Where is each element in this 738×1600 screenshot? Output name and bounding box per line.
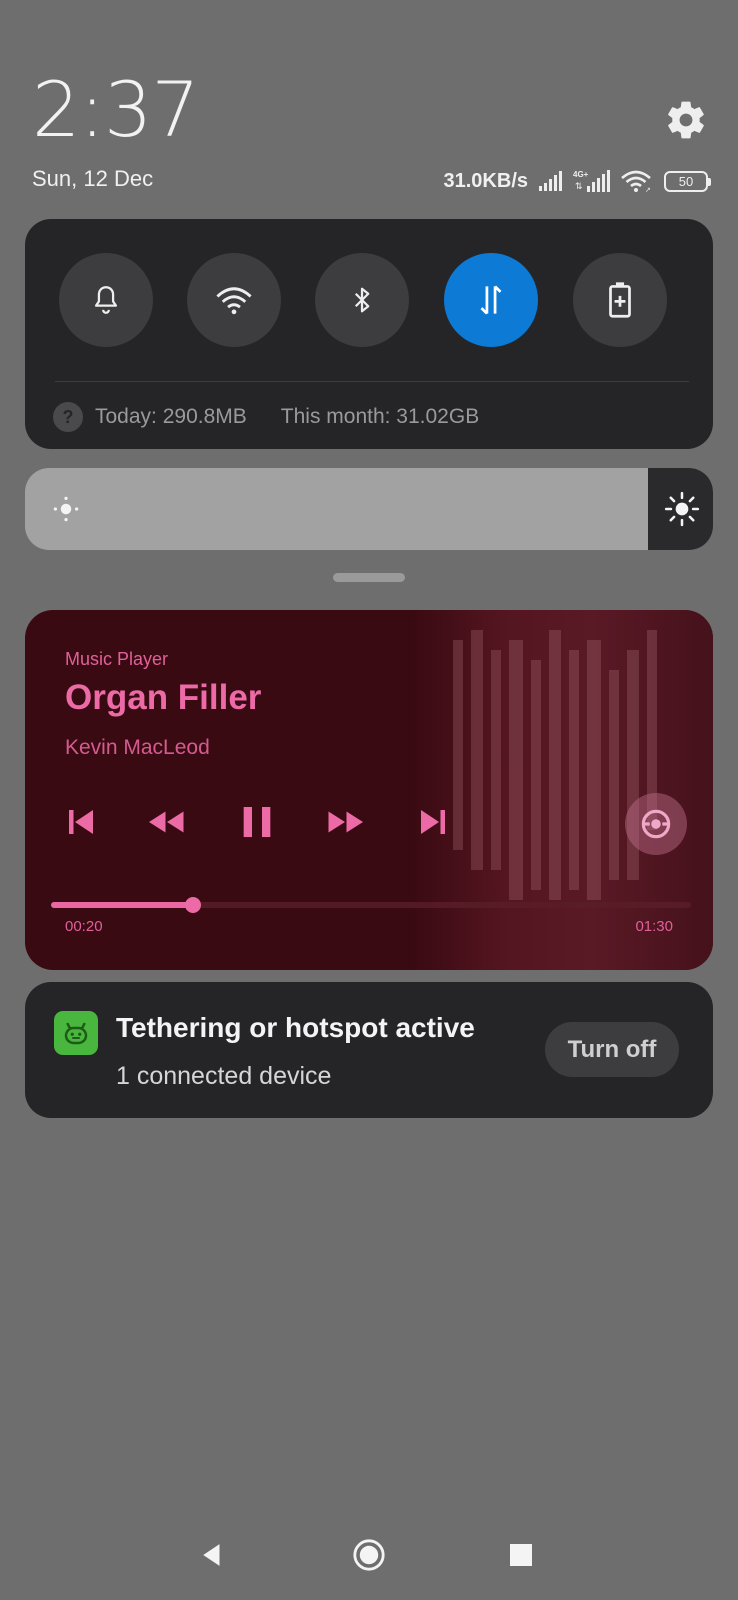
tethering-notification[interactable]: Tethering or hotspot active 1 connected … bbox=[25, 982, 713, 1118]
battery-plus-icon bbox=[609, 282, 631, 318]
bluetooth-icon bbox=[354, 287, 370, 313]
usage-month: This month: 31.02GB bbox=[280, 405, 480, 428]
toggle-wifi[interactable] bbox=[187, 253, 281, 347]
media-player-card[interactable]: Music Player Organ Filler Kevin MacLeod bbox=[25, 610, 713, 970]
notification-title: Tethering or hotspot active bbox=[116, 1012, 475, 1043]
progress-bar[interactable] bbox=[51, 897, 691, 913]
brightness-slider-remainder bbox=[647, 468, 713, 550]
date-label[interactable]: Sun, 12 Dec bbox=[32, 166, 153, 192]
panel-drag-handle[interactable] bbox=[333, 573, 405, 582]
fast-forward-icon bbox=[328, 811, 363, 833]
quick-settings-panel: ? Today: 290.8MB This month: 31.02GB bbox=[25, 219, 713, 449]
rewind-button[interactable] bbox=[143, 798, 191, 846]
media-output-button[interactable] bbox=[625, 793, 687, 855]
back-button[interactable] bbox=[188, 1530, 238, 1580]
fast-forward-button[interactable] bbox=[321, 798, 369, 846]
skip-next-button[interactable] bbox=[409, 798, 457, 846]
toggle-battery-saver[interactable] bbox=[573, 253, 667, 347]
status-bar-icons: 31.0KB/s 4G+ ⇅ ↗ 50 bbox=[443, 166, 711, 196]
turn-off-button[interactable]: Turn off bbox=[545, 1022, 679, 1077]
skip-previous-icon bbox=[69, 810, 93, 834]
skip-next-icon bbox=[421, 810, 445, 834]
speaker-icon bbox=[641, 809, 671, 839]
android-icon bbox=[54, 1011, 98, 1055]
settings-icon bbox=[668, 101, 704, 139]
clock-time[interactable]: 2:37 bbox=[32, 72, 200, 148]
pause-icon bbox=[243, 807, 271, 837]
recents-button[interactable] bbox=[496, 1530, 546, 1580]
wifi-icon bbox=[216, 287, 252, 315]
wifi-icon: ↗ bbox=[621, 170, 651, 193]
usage-today: Today: 290.8MB bbox=[95, 405, 247, 428]
navigation-bar bbox=[0, 1530, 738, 1586]
svg-text:4G+: 4G+ bbox=[573, 170, 589, 179]
settings-button[interactable] bbox=[664, 98, 708, 142]
battery-icon: 50 bbox=[664, 170, 711, 192]
panel-divider bbox=[55, 381, 689, 382]
home-button[interactable] bbox=[344, 1530, 394, 1580]
progress-fill bbox=[51, 902, 194, 908]
network-speed: 31.0KB/s bbox=[443, 169, 529, 192]
signal-icon bbox=[539, 171, 562, 191]
toggle-bluetooth[interactable] bbox=[315, 253, 409, 347]
help-icon: ? bbox=[53, 402, 83, 432]
song-title: Organ Filler bbox=[65, 678, 262, 717]
recents-icon bbox=[510, 1544, 532, 1566]
album-art bbox=[413, 610, 713, 970]
notification-subtitle: 1 connected device bbox=[116, 1062, 332, 1090]
back-icon bbox=[203, 1544, 220, 1566]
svg-text:↗: ↗ bbox=[645, 187, 651, 193]
pause-button[interactable] bbox=[233, 798, 281, 846]
data-usage-row[interactable]: ? Today: 290.8MB This month: 31.02GB bbox=[53, 397, 479, 437]
artist-name: Kevin MacLeod bbox=[65, 736, 210, 759]
elapsed-time: 00:20 bbox=[65, 918, 103, 935]
data-transfer-icon bbox=[480, 285, 502, 315]
bell-icon bbox=[94, 286, 118, 314]
brightness-low-icon bbox=[53, 496, 79, 522]
skip-previous-button[interactable] bbox=[57, 798, 105, 846]
home-icon bbox=[353, 1539, 385, 1571]
signal-4g-icon: 4G+ ⇅ bbox=[573, 170, 610, 192]
svg-text:⇅: ⇅ bbox=[575, 182, 583, 192]
total-time: 01:30 bbox=[635, 918, 673, 935]
rewind-icon bbox=[149, 811, 184, 833]
toggle-mobile-data[interactable] bbox=[444, 253, 538, 347]
brightness-slider[interactable] bbox=[25, 468, 713, 550]
progress-thumb[interactable] bbox=[185, 897, 202, 913]
battery-level: 50 bbox=[678, 173, 694, 189]
toggle-sound[interactable] bbox=[59, 253, 153, 347]
brightness-high-icon bbox=[664, 491, 699, 527]
media-app-name: Music Player bbox=[65, 649, 169, 669]
